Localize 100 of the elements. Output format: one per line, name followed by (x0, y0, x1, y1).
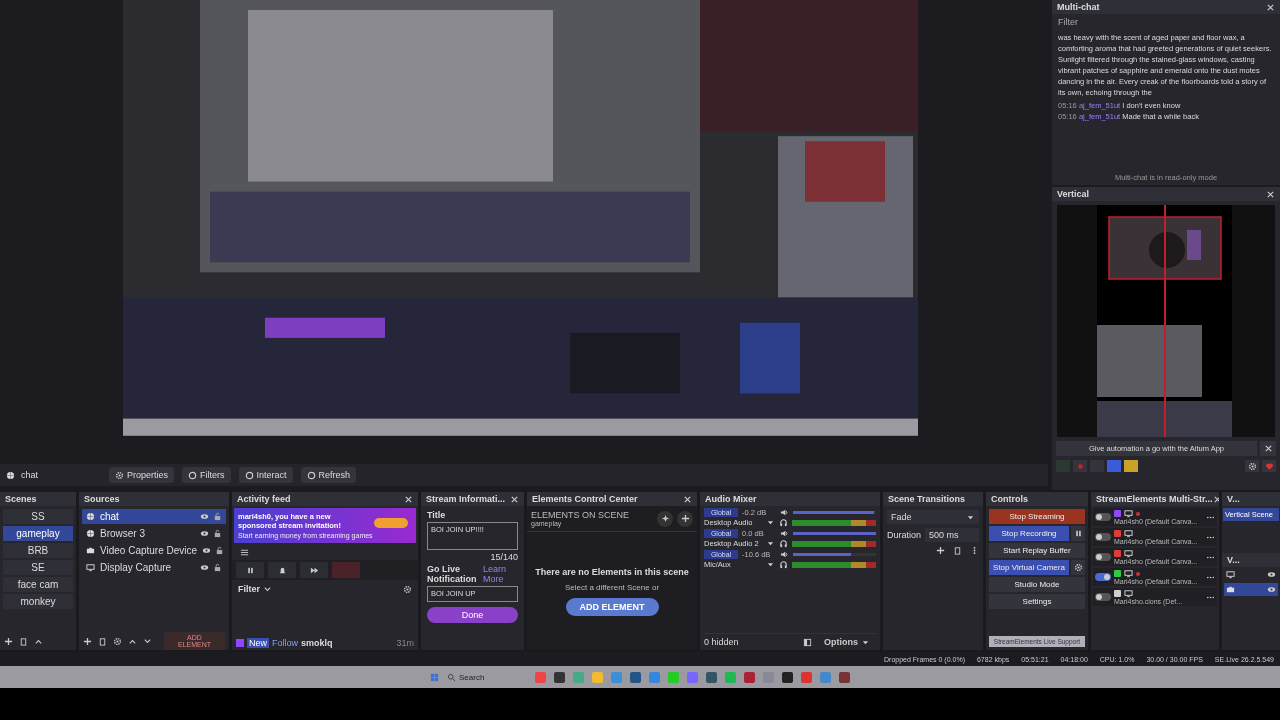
eye-icon[interactable] (202, 546, 212, 555)
add-icon (680, 514, 690, 523)
bell-icon (277, 565, 287, 575)
dock-title: StreamElements Multi-Str... (1096, 494, 1213, 504)
add-button[interactable] (677, 510, 693, 527)
toolbar-button[interactable]: Properties (109, 467, 175, 483)
app-icon[interactable] (706, 671, 717, 683)
app-icon[interactable] (782, 671, 793, 683)
source-item[interactable]: Video Capture Device (82, 543, 226, 558)
eye-icon[interactable] (1267, 570, 1276, 579)
trash-icon[interactable] (953, 546, 962, 555)
lock-icon[interactable] (213, 529, 222, 538)
control-button[interactable]: Stop Virtual Camera (989, 560, 1069, 575)
add-icon[interactable] (83, 636, 92, 646)
settings-button[interactable] (1245, 460, 1259, 472)
dock-title: Elements Control Center (532, 494, 638, 504)
scene-item[interactable]: monkey (3, 594, 73, 609)
eye-icon[interactable] (1267, 585, 1276, 594)
caret-icon[interactable] (766, 560, 775, 569)
volume-slider[interactable] (793, 511, 876, 514)
add-icon[interactable] (4, 636, 13, 646)
sparkle-button[interactable] (657, 510, 673, 527)
duration-field[interactable]: 500 ms (925, 528, 979, 542)
lock-icon[interactable] (213, 512, 222, 521)
close-icon[interactable] (1266, 2, 1275, 12)
caret-icon[interactable] (263, 584, 272, 594)
trash-icon[interactable] (19, 636, 28, 646)
caret-icon[interactable] (766, 518, 775, 527)
record-icon (1075, 461, 1085, 471)
lock-icon[interactable] (213, 563, 222, 572)
toggle-switch[interactable] (1095, 593, 1111, 601)
scene-item[interactable]: gameplay (3, 526, 73, 541)
gear-icon[interactable] (113, 636, 122, 646)
source-item[interactable] (1224, 568, 1278, 581)
filter-dropdown[interactable]: Filter (238, 584, 260, 594)
toggle-switch[interactable] (1095, 533, 1111, 541)
app-icon[interactable] (554, 671, 565, 683)
close-icon[interactable] (683, 494, 692, 504)
options-button[interactable]: Options (818, 636, 876, 648)
pause-button[interactable] (1071, 526, 1085, 541)
scene-item[interactable]: BRB (3, 543, 73, 558)
toolbar-button[interactable]: Filters (182, 467, 231, 483)
control-button[interactable]: Studio Mode (989, 577, 1085, 592)
control-button[interactable]: Stop Streaming (989, 509, 1085, 524)
app-icon[interactable] (744, 671, 755, 683)
control-button[interactable]: Settings (989, 594, 1085, 609)
headphones-icon[interactable] (779, 539, 788, 548)
layout-icon[interactable] (803, 637, 812, 647)
toggle-switch[interactable] (1095, 513, 1111, 521)
app-icon[interactable] (630, 671, 641, 683)
app-icon[interactable] (839, 671, 850, 683)
lock-icon[interactable] (215, 546, 225, 555)
add-element-button[interactable]: ADD ELEMENT (565, 597, 659, 616)
dock-title: Audio Mixer (705, 494, 757, 504)
close-icon[interactable] (404, 494, 413, 504)
volume-slider[interactable] (793, 532, 876, 535)
close-icon[interactable] (1266, 189, 1275, 199)
close-icon[interactable] (1212, 494, 1219, 504)
eye-icon[interactable] (200, 563, 209, 572)
toggle-switch[interactable] (1095, 553, 1111, 561)
scene-item[interactable]: face cam (3, 577, 73, 592)
toolbar-button[interactable]: Refresh (300, 467, 357, 483)
control-button[interactable]: Stop Recording (989, 526, 1069, 541)
menu-icon[interactable] (240, 548, 249, 557)
source-item[interactable]: Browser 3 (82, 526, 226, 541)
headphones-icon[interactable] (779, 560, 788, 569)
toggle-switch[interactable] (1095, 573, 1111, 581)
monitor-icon (1124, 569, 1133, 578)
trash-icon[interactable] (98, 636, 107, 646)
done-button[interactable]: Done (427, 607, 518, 623)
source-item[interactable] (1224, 583, 1278, 596)
control-button[interactable]: Start Replay Buffer (989, 543, 1085, 558)
heart-button[interactable] (1262, 460, 1276, 472)
transition-dropdown[interactable]: Fade (887, 510, 979, 524)
accept-pill[interactable] (374, 518, 408, 528)
skip-button[interactable] (300, 562, 328, 578)
pause-button[interactable] (236, 562, 264, 578)
scene-item[interactable]: SE (3, 560, 73, 575)
speaker-icon[interactable] (780, 508, 789, 517)
eye-icon[interactable] (200, 512, 209, 521)
speaker-icon[interactable] (780, 550, 789, 559)
add-icon[interactable] (936, 546, 945, 555)
down-icon[interactable] (143, 636, 152, 646)
scene-item[interactable]: SS (3, 509, 73, 524)
learn-more-link[interactable]: Learn More (483, 564, 513, 584)
search-field[interactable]: Search (447, 672, 527, 682)
toolbar-button[interactable]: Interact (238, 467, 293, 483)
source-item[interactable]: chat (82, 509, 226, 524)
volume-slider[interactable] (793, 553, 876, 556)
close-icon[interactable] (510, 494, 519, 504)
source-item[interactable]: Display Capture (82, 560, 226, 575)
bell-button[interactable] (268, 562, 296, 578)
settings-button[interactable] (1071, 560, 1085, 575)
gear-icon[interactable] (403, 584, 412, 594)
eye-icon[interactable] (200, 529, 209, 538)
close-button[interactable] (1260, 441, 1276, 456)
headphones-icon[interactable] (779, 518, 788, 527)
filter-label: Filter (1057, 16, 1079, 29)
speaker-icon[interactable] (780, 529, 789, 538)
caret-icon[interactable] (766, 539, 775, 548)
